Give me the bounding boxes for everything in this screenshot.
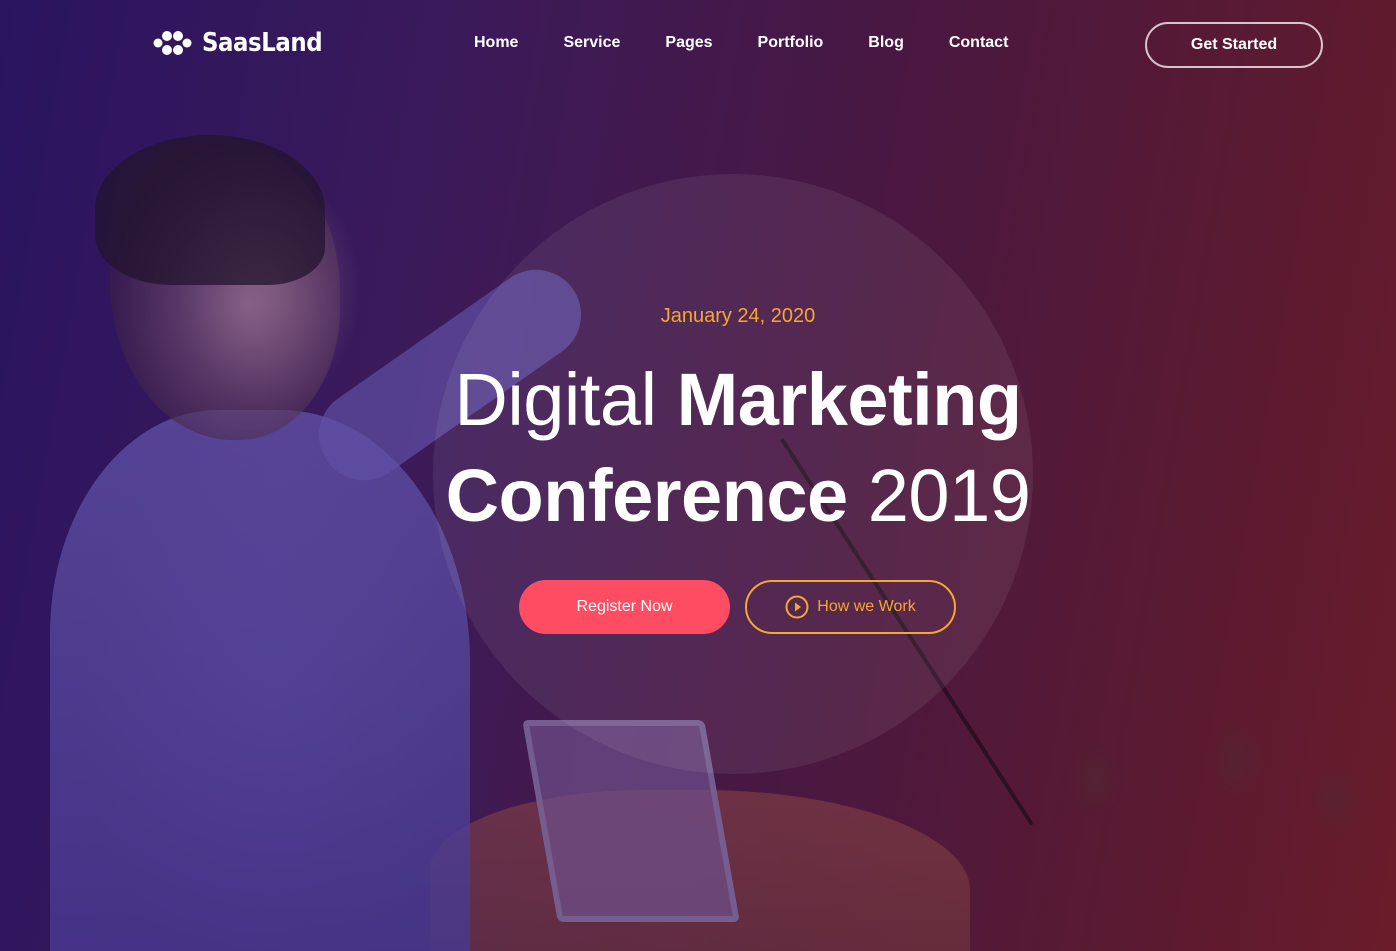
dots-cluster-icon bbox=[153, 31, 192, 55]
hero-title-digital: Digital bbox=[454, 358, 677, 441]
hero-title-conference: Conference bbox=[445, 454, 868, 537]
background-speaker-hair bbox=[95, 135, 325, 285]
event-date: January 24, 2020 bbox=[660, 305, 816, 327]
nav-item-home[interactable]: Home bbox=[474, 34, 518, 52]
hero-title: Digital Marketing Conference 2019 bbox=[0, 352, 1396, 544]
navbar: SaasLand Home Service Pages Portfolio Bl… bbox=[0, 0, 1396, 90]
get-started-button[interactable]: Get Started bbox=[1145, 22, 1323, 68]
register-now-label: Register Now bbox=[576, 598, 673, 615]
play-circle-icon bbox=[785, 595, 809, 619]
nav-item-pages[interactable]: Pages bbox=[665, 34, 712, 52]
nav-item-portfolio[interactable]: Portfolio bbox=[758, 34, 824, 52]
hero-actions: Register Now How we Work bbox=[519, 580, 956, 634]
hero-title-year: 2019 bbox=[867, 454, 1031, 537]
nav-item-blog[interactable]: Blog bbox=[868, 34, 904, 52]
hero-title-marketing: Marketing bbox=[676, 358, 1023, 441]
register-now-button[interactable]: Register Now bbox=[519, 580, 730, 634]
nav-item-service[interactable]: Service bbox=[563, 34, 620, 52]
nav-item-contact[interactable]: Contact bbox=[949, 34, 1009, 52]
logo[interactable]: SaasLand bbox=[152, 28, 339, 58]
main-nav: Home Service Pages Portfolio Blog Contac… bbox=[474, 34, 1053, 52]
background-audience bbox=[976, 600, 1396, 951]
how-we-work-label: How we Work bbox=[817, 598, 916, 615]
brand-name: SaasLand bbox=[202, 28, 323, 58]
hero-section: SaasLand Home Service Pages Portfolio Bl… bbox=[0, 0, 1396, 951]
how-we-work-button[interactable]: How we Work bbox=[745, 580, 956, 634]
